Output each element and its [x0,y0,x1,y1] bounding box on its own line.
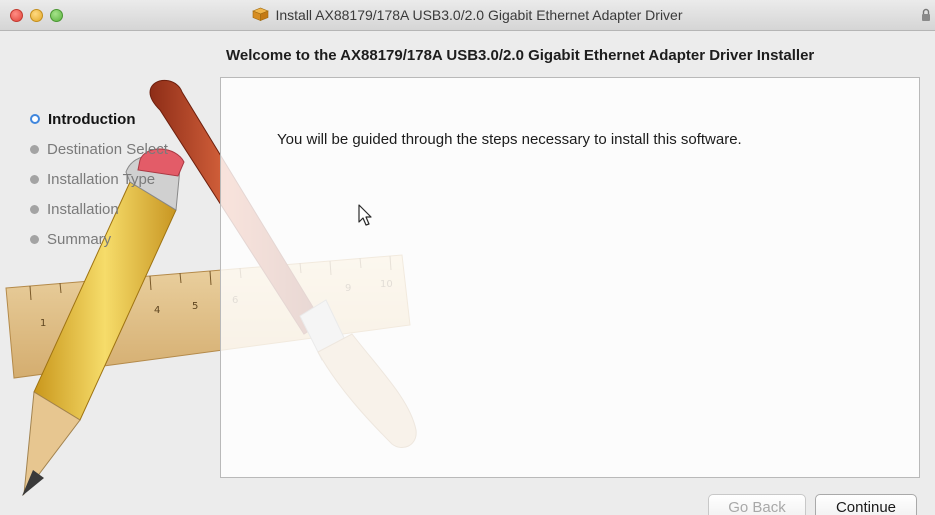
step-installation: Installation [30,194,168,224]
go-back-button[interactable]: Go Back [708,494,806,515]
step-label: Introduction [48,110,136,128]
window-title-wrap: Install AX88179/178A USB3.0/2.0 Gigabit … [0,7,935,23]
step-indicator-icon [30,204,39,214]
installer-window: Install AX88179/178A USB3.0/2.0 Gigabit … [0,0,935,515]
ruler-label-1: 1 [40,318,46,329]
step-destination-select: Destination Select [30,134,168,164]
intro-message: You will be guided through the steps nec… [277,131,742,148]
ruler-label-4: 4 [154,305,160,316]
continue-button[interactable]: Continue [815,494,917,515]
step-indicator-icon [30,114,40,124]
mouse-pointer-icon [358,204,372,226]
title-bar[interactable]: Install AX88179/178A USB3.0/2.0 Gigabit … [0,0,935,31]
lock-icon[interactable] [921,8,931,22]
package-icon [252,7,270,21]
installer-steps: Introduction Destination Select Installa… [30,104,168,254]
content-panel: You will be guided through the steps nec… [220,77,920,478]
step-label: Installation [47,200,119,218]
step-label: Destination Select [47,140,168,158]
step-summary: Summary [30,224,168,254]
step-label: Installation Type [47,170,156,188]
ruler-label-5: 5 [192,301,198,312]
step-indicator-icon [30,174,39,184]
step-installation-type: Installation Type [30,164,168,194]
step-indicator-icon [30,144,39,154]
window-title: Install AX88179/178A USB3.0/2.0 Gigabit … [275,7,683,23]
step-introduction: Introduction [30,104,168,134]
step-indicator-icon [30,234,39,244]
step-label: Summary [47,230,112,248]
page-title: Welcome to the AX88179/178A USB3.0/2.0 G… [226,47,815,64]
